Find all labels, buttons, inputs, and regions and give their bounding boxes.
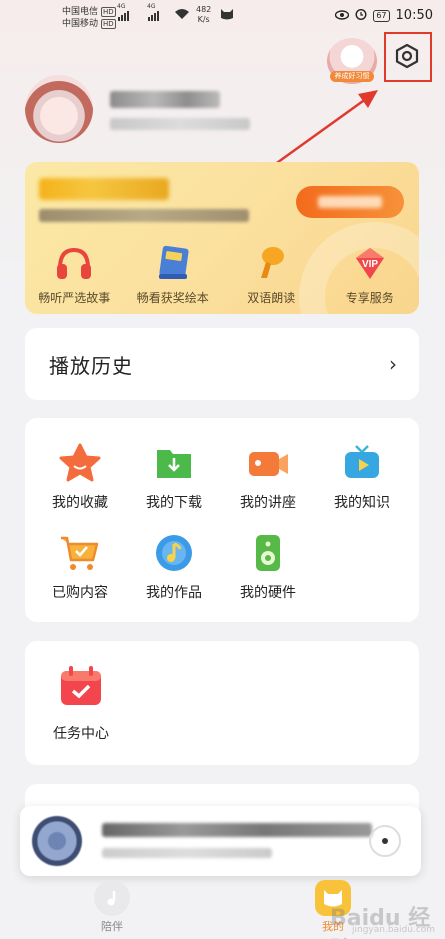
signal-icon — [118, 9, 129, 21]
clock: 10:50 — [395, 8, 433, 23]
play-history-row[interactable]: 播放历史 › — [25, 328, 419, 400]
vip-badge-text: VIP — [362, 259, 378, 270]
user-name-redacted[interactable] — [110, 91, 220, 108]
gear-icon[interactable] — [394, 43, 420, 69]
vip-open-button[interactable] — [296, 186, 404, 218]
user-subtitle-redacted — [110, 118, 250, 130]
vip-feature-stories[interactable]: 畅听严选故事 — [25, 244, 124, 306]
speaker-device-icon — [246, 532, 290, 574]
carrier-info: 中国电信 HD 中国移动 HD — [62, 6, 116, 30]
status-bar: 中国电信 HD 中国移动 HD 4G 4G 482 K/s 67 10:50 — [0, 0, 445, 36]
network-type-2: 4G — [147, 3, 156, 10]
headphones-icon — [54, 244, 94, 282]
vip-features: 畅听严选故事 畅看获奖绘本 双语朗读 VIP 专享服务 — [25, 244, 419, 306]
vip-feature-picture-books[interactable]: 畅看获奖绘本 — [124, 244, 223, 306]
play-history-title: 播放历史 — [49, 354, 133, 378]
vip-feature-service[interactable]: VIP 专享服务 — [321, 244, 420, 306]
player-track-subtitle-redacted — [102, 848, 272, 858]
baidu-watermark-url: jingyan.baidu.com — [352, 925, 436, 935]
user-avatar[interactable] — [25, 75, 93, 143]
video-camera-icon — [246, 442, 290, 484]
wifi-icon — [174, 8, 190, 24]
network-speed: 482 K/s — [196, 5, 212, 24]
vip-title-redacted — [39, 178, 169, 200]
alarm-icon — [355, 8, 367, 23]
star-icon — [58, 442, 102, 484]
grid-item-purchased[interactable]: 已购内容 — [33, 532, 127, 602]
tv-play-icon — [340, 442, 384, 484]
grid-item-hardware[interactable]: 我的硬件 — [221, 532, 315, 602]
hd-badge: HD — [101, 7, 116, 17]
music-note-icon — [94, 880, 130, 916]
eye-icon — [335, 9, 350, 23]
grid-item-works[interactable]: 我的作品 — [127, 532, 221, 602]
grid-item-knowledge[interactable]: 我的知识 — [315, 442, 409, 512]
network-type-1: 4G — [117, 3, 126, 10]
carrier-2: 中国移动 — [62, 19, 99, 29]
carrier-1: 中国电信 — [62, 7, 99, 17]
task-center-button[interactable]: 任务中心 — [41, 663, 121, 743]
player-cover-art[interactable] — [32, 816, 82, 866]
music-disc-icon — [152, 532, 196, 574]
my-content-grid: 我的收藏 我的下载 我的讲座 我的知识 已购内容 我的作品 我的硬件 — [25, 418, 419, 622]
signal-icon — [148, 9, 159, 21]
grid-item-downloads[interactable]: 我的下载 — [127, 442, 221, 512]
task-center-card: 任务中心 — [25, 641, 419, 765]
cat-notification-icon — [220, 8, 234, 23]
grid-item-favorites[interactable]: 我的收藏 — [33, 442, 127, 512]
player-track-title-redacted — [102, 823, 372, 837]
chevron-right-icon: › — [389, 352, 397, 376]
hd-badge: HD — [101, 19, 116, 29]
status-right: 67 10:50 — [335, 8, 433, 23]
grid-item-lectures[interactable]: 我的讲座 — [221, 442, 315, 512]
vip-card[interactable]: 畅听严选故事 畅看获奖绘本 双语朗读 VIP 专享服务 — [25, 162, 419, 314]
microphone-icon — [251, 244, 291, 282]
calendar-check-icon — [55, 663, 107, 715]
download-folder-icon — [152, 442, 196, 484]
vip-feature-bilingual[interactable]: 双语朗读 — [222, 244, 321, 306]
tab-companion[interactable]: 陪伴 — [67, 880, 157, 934]
habit-badge-label: 养成好习惯 — [330, 71, 374, 82]
mini-player[interactable] — [20, 806, 421, 876]
battery-indicator: 67 — [373, 9, 390, 22]
vip-gem-icon: VIP — [350, 244, 390, 282]
book-icon — [153, 244, 193, 282]
shopping-cart-icon — [58, 532, 102, 574]
play-pause-button[interactable] — [369, 825, 401, 857]
vip-subtitle-redacted — [39, 209, 249, 222]
